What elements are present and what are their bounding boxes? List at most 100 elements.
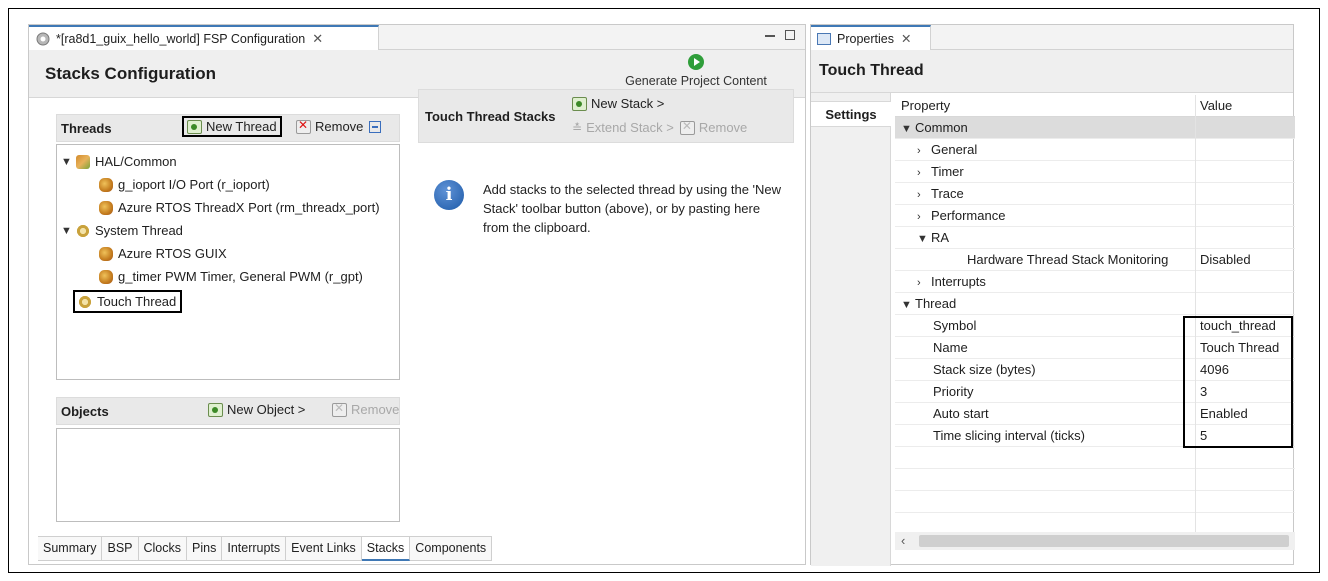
row-value[interactable]: touch_thread xyxy=(1195,315,1295,337)
tree-item-touch-thread[interactable]: Touch Thread xyxy=(73,290,183,313)
row-value[interactable]: 3 xyxy=(1195,381,1295,403)
row-label: Interrupts xyxy=(931,274,986,289)
new-stack-icon xyxy=(572,96,587,111)
tab-bsp[interactable]: BSP xyxy=(102,537,139,561)
chevron-down-icon[interactable]: ▼ xyxy=(61,225,73,237)
table-row-performance[interactable]: › Performance xyxy=(895,205,1295,227)
extend-icon: ≛ xyxy=(572,120,583,135)
remove-thread-button[interactable]: Remove xyxy=(293,118,384,135)
window-controls xyxy=(765,28,795,40)
chevron-right-icon[interactable]: › xyxy=(917,207,931,228)
tree-item-hal-common[interactable]: ▼ HAL/Common xyxy=(61,154,177,169)
tab-components[interactable]: Components xyxy=(410,537,493,561)
table-row-trace[interactable]: › Trace xyxy=(895,183,1295,205)
chevron-down-icon[interactable]: ▼ xyxy=(61,156,73,168)
thread-stacks-header: Touch Thread Stacks New Stack > ≛ Extend… xyxy=(418,89,794,143)
chevron-down-icon[interactable]: ▼ xyxy=(901,119,915,140)
table-row-time-slicing[interactable]: Time slicing interval (ticks) 5 xyxy=(895,425,1295,447)
chevron-right-icon[interactable]: › xyxy=(917,185,931,206)
chevron-right-icon[interactable]: › xyxy=(917,141,931,162)
tab-event-links[interactable]: Event Links xyxy=(286,537,362,561)
table-row-general[interactable]: › General xyxy=(895,139,1295,161)
generate-project-content-button[interactable]: Generate Project Content xyxy=(601,54,791,88)
remove-icon xyxy=(296,118,311,134)
tree-item-system-thread[interactable]: ▼ System Thread xyxy=(61,223,183,238)
table-row-empty xyxy=(895,491,1295,513)
horizontal-scrollbar[interactable]: ‹ xyxy=(895,532,1295,550)
new-object-button[interactable]: New Object > xyxy=(205,401,308,418)
extend-stack-button[interactable]: ≛ Extend Stack > Remove xyxy=(569,119,750,136)
stacks-info-text: Add stacks to the selected thread by usi… xyxy=(483,182,782,235)
chevron-down-icon[interactable]: ▼ xyxy=(917,229,931,250)
module-icon xyxy=(99,177,113,192)
chevron-right-icon[interactable]: › xyxy=(917,163,931,184)
generate-label: Generate Project Content xyxy=(625,74,767,88)
collapse-all-icon[interactable] xyxy=(369,120,382,133)
maximize-icon[interactable] xyxy=(785,30,795,40)
tab-summary[interactable]: Summary xyxy=(38,537,103,561)
row-label: Trace xyxy=(931,186,964,201)
row-value[interactable]: Disabled xyxy=(1195,249,1295,271)
row-label: Timer xyxy=(931,164,964,179)
table-row-auto-start[interactable]: Auto start Enabled xyxy=(895,403,1295,425)
threads-tree[interactable]: ▼ HAL/Common g_ioport I/O Port (r_ioport… xyxy=(56,144,400,380)
row-label: General xyxy=(931,142,978,157)
table-row-thread[interactable]: ▼ Thread xyxy=(895,293,1295,315)
new-thread-label: New Thread xyxy=(206,119,277,134)
tab-settings[interactable]: Settings xyxy=(811,101,891,127)
row-value[interactable]: Touch Thread xyxy=(1195,337,1295,359)
column-header-value[interactable]: Value xyxy=(1195,95,1295,117)
objects-list[interactable] xyxy=(56,428,400,522)
row-value[interactable]: Enabled xyxy=(1195,403,1295,425)
table-row-interrupts[interactable]: › Interrupts xyxy=(895,271,1295,293)
tree-item-label: Azure RTOS GUIX xyxy=(118,246,227,261)
table-row-common[interactable]: ▼ Common xyxy=(895,117,1295,139)
row-value xyxy=(1195,139,1295,161)
chevron-down-icon[interactable]: ▼ xyxy=(901,295,915,316)
module-icon xyxy=(99,269,113,284)
properties-tab-bar: Properties ✕ xyxy=(811,25,1293,50)
table-row-hw-stack-monitoring[interactable]: Hardware Thread Stack Monitoring Disable… xyxy=(895,249,1295,271)
table-row-stack-size[interactable]: Stack size (bytes) 4096 xyxy=(895,359,1295,381)
remove-object-button[interactable]: Remove xyxy=(329,401,402,418)
new-object-icon xyxy=(208,402,223,417)
tab-stacks[interactable]: Stacks xyxy=(361,537,411,561)
chevron-right-icon[interactable]: › xyxy=(917,273,931,294)
editor-tab[interactable]: *[ra8d1_guix_hello_world] FSP Configurat… xyxy=(29,25,379,50)
tab-pins[interactable]: Pins xyxy=(187,537,223,561)
hal-common-icon xyxy=(76,154,90,169)
tree-item-g-ioport[interactable]: g_ioport I/O Port (r_ioport) xyxy=(99,177,270,192)
new-stack-button[interactable]: New Stack > xyxy=(569,95,667,112)
minimize-icon[interactable] xyxy=(765,35,775,37)
tab-interrupts[interactable]: Interrupts xyxy=(222,537,287,561)
table-row-priority[interactable]: Priority 3 xyxy=(895,381,1295,403)
threads-header: Threads New Thread Remove xyxy=(56,114,400,142)
info-icon: i xyxy=(434,180,464,210)
new-thread-button[interactable]: New Thread xyxy=(182,116,282,137)
tab-clocks[interactable]: Clocks xyxy=(138,537,188,561)
tree-item-guix[interactable]: Azure RTOS GUIX xyxy=(99,246,227,261)
scroll-left-icon[interactable]: ‹ xyxy=(901,532,905,550)
tree-item-threadx-port[interactable]: Azure RTOS ThreadX Port (rm_threadx_port… xyxy=(99,200,380,215)
remove-object-label: Remove xyxy=(351,402,400,417)
properties-tab[interactable]: Properties ✕ xyxy=(811,25,931,50)
table-row-ra[interactable]: ▼ RA xyxy=(895,227,1295,249)
table-row-symbol[interactable]: Symbol touch_thread xyxy=(895,315,1295,337)
column-header-property[interactable]: Property xyxy=(895,95,1195,117)
properties-icon xyxy=(817,32,831,45)
table-row-timer[interactable]: › Timer xyxy=(895,161,1295,183)
properties-table: Property Value ▼ Common › General › Timer ›… xyxy=(895,95,1295,563)
row-value[interactable]: 4096 xyxy=(1195,359,1295,381)
row-value xyxy=(1195,183,1295,205)
close-icon[interactable]: ✕ xyxy=(312,31,323,47)
row-value[interactable]: 5 xyxy=(1195,425,1295,447)
table-row-name[interactable]: Name Touch Thread xyxy=(895,337,1295,359)
tree-item-g-timer[interactable]: g_timer PWM Timer, General PWM (r_gpt) xyxy=(99,269,363,284)
row-label: Auto start xyxy=(933,406,989,421)
scrollbar-thumb[interactable] xyxy=(919,535,1289,547)
gear-icon xyxy=(36,32,50,45)
new-thread-icon xyxy=(187,119,202,134)
tree-item-label: Touch Thread xyxy=(97,294,177,309)
close-icon[interactable]: ✕ xyxy=(901,31,911,46)
remove-icon xyxy=(679,119,695,135)
